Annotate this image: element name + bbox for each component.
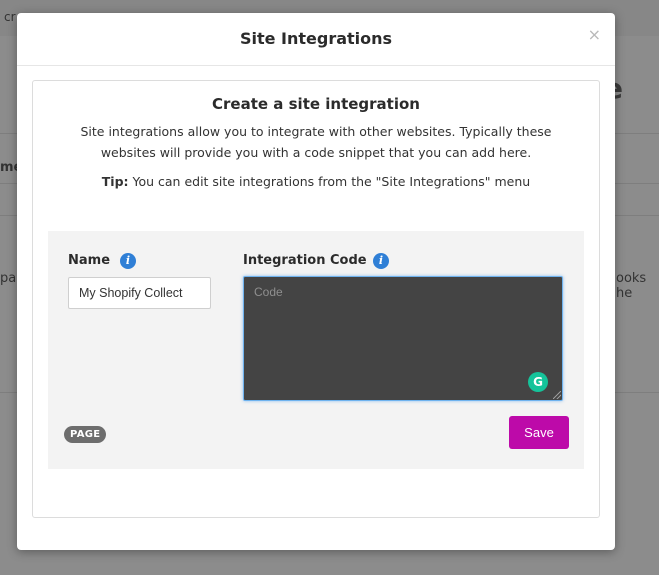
- tip-text: You can edit site integrations from the …: [128, 174, 531, 189]
- save-button[interactable]: Save: [509, 416, 569, 449]
- name-input[interactable]: [68, 277, 211, 309]
- modal-header: Site Integrations ×: [17, 13, 615, 66]
- grammarly-icon[interactable]: G: [528, 372, 548, 392]
- integration-code-info-icon[interactable]: i: [373, 253, 389, 269]
- panel-heading: Create a site integration: [212, 95, 420, 113]
- panel-description: Site integrations allow you to integrate…: [80, 124, 552, 160]
- background-breadcrumb: cr: [4, 10, 16, 24]
- tip-label: Tip:: [101, 174, 129, 189]
- close-icon[interactable]: ×: [588, 25, 601, 44]
- panel-tip: Tip: You can edit site integrations from…: [33, 174, 599, 189]
- integration-form: Name i Integration Code i G PAGE Save: [48, 231, 584, 469]
- name-label: Name: [68, 253, 111, 268]
- resize-grip[interactable]: [553, 391, 561, 399]
- modal-title: Site Integrations: [239, 29, 393, 48]
- page-badge: PAGE: [64, 426, 107, 443]
- background-row-text: pa: [0, 271, 17, 286]
- integration-code-textarea[interactable]: [243, 276, 563, 401]
- create-integration-panel: Create a site integration Site integrati…: [32, 80, 600, 518]
- background-row-text: ooks he: [616, 271, 647, 301]
- name-info-icon[interactable]: i: [120, 253, 136, 269]
- site-integrations-modal: Site Integrations × Create a site integr…: [17, 13, 615, 550]
- integration-code-label: Integration Code: [243, 253, 367, 268]
